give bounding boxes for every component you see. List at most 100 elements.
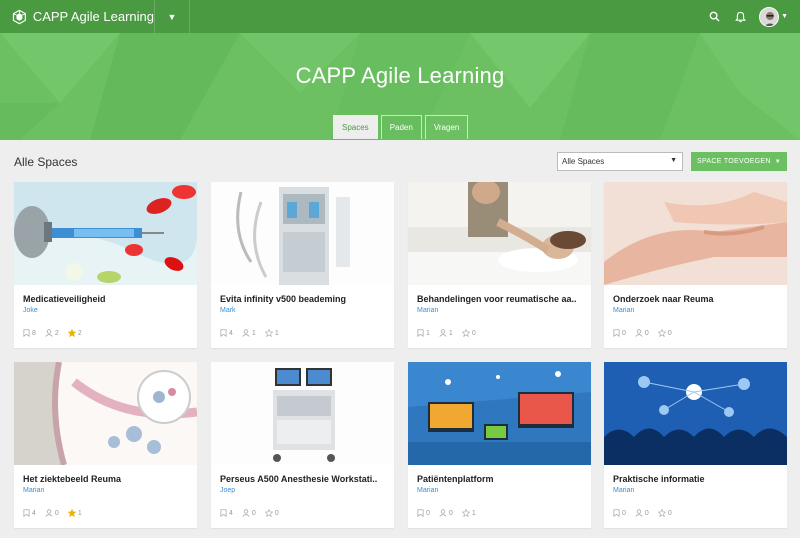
star-count-value: 1 bbox=[471, 509, 476, 517]
member-count-value: 0 bbox=[644, 509, 649, 517]
space-thumbnail[interactable] bbox=[211, 182, 394, 285]
thumbnail-image bbox=[408, 362, 591, 465]
notifications-button[interactable] bbox=[727, 0, 753, 33]
space-card[interactable]: Onderzoek naar Reuma Marian 0 0 0 bbox=[604, 182, 787, 348]
star-count[interactable]: 1 bbox=[461, 509, 476, 517]
space-stats: 4 0 1 bbox=[23, 509, 91, 517]
space-thumbnail[interactable] bbox=[604, 182, 787, 285]
tab-vragen[interactable]: Vragen bbox=[424, 115, 469, 139]
member-count: 1 bbox=[439, 329, 453, 337]
member-count: 0 bbox=[45, 509, 59, 517]
brand-link[interactable]: CAPP Agile Learning bbox=[0, 0, 154, 33]
space-title[interactable]: Praktische informatie bbox=[613, 474, 781, 484]
space-stats: 0 0 0 bbox=[613, 329, 681, 337]
space-stats: 8 2 2 bbox=[23, 329, 91, 337]
user-icon bbox=[635, 329, 643, 337]
star-count-value: 0 bbox=[667, 509, 672, 517]
space-author[interactable]: Marian bbox=[417, 487, 438, 494]
space-stats: 0 0 0 bbox=[613, 509, 681, 517]
space-card[interactable]: Medicatieveiligheid Joke 8 2 2 bbox=[14, 182, 197, 348]
space-card[interactable]: Praktische informatie Marian 0 0 0 bbox=[604, 362, 787, 528]
space-tabs: Spaces Paden Vragen bbox=[333, 115, 469, 139]
space-stats: 4 0 0 bbox=[220, 509, 288, 517]
member-count: 2 bbox=[45, 329, 59, 337]
member-count: 1 bbox=[242, 329, 256, 337]
tab-spaces[interactable]: Spaces bbox=[333, 115, 378, 139]
space-author[interactable]: Marian bbox=[23, 487, 44, 494]
avatar[interactable] bbox=[759, 6, 780, 27]
space-thumbnail[interactable] bbox=[408, 182, 591, 285]
space-thumbnail[interactable] bbox=[14, 182, 197, 285]
space-stats: 0 0 1 bbox=[417, 509, 485, 517]
space-thumbnail[interactable] bbox=[14, 362, 197, 465]
bookmark-icon bbox=[417, 329, 424, 337]
logo-icon bbox=[12, 9, 26, 24]
star-icon bbox=[461, 509, 470, 517]
add-space-button[interactable]: SPACE TOEVOEGEN ▼ bbox=[691, 152, 787, 171]
space-author[interactable]: Marian bbox=[613, 487, 634, 494]
space-title[interactable]: Perseus A500 Anesthesie Workstati.. bbox=[220, 474, 388, 484]
star-count[interactable]: 1 bbox=[67, 509, 82, 517]
member-count-value: 2 bbox=[54, 329, 59, 337]
bookmark-count: 4 bbox=[23, 509, 36, 517]
member-count: 0 bbox=[242, 509, 256, 517]
space-card[interactable]: Behandelingen voor reumatische aa.. Mari… bbox=[408, 182, 591, 348]
chevron-down-icon[interactable]: ▼ bbox=[781, 13, 788, 20]
bookmark-icon bbox=[220, 509, 227, 517]
space-thumbnail[interactable] bbox=[211, 362, 394, 465]
user-icon bbox=[439, 509, 447, 517]
star-count[interactable]: 0 bbox=[657, 329, 672, 337]
thumbnail-image bbox=[14, 362, 197, 465]
space-author[interactable]: Mark bbox=[220, 307, 236, 314]
space-thumbnail[interactable] bbox=[604, 362, 787, 465]
star-count-value: 1 bbox=[77, 509, 82, 517]
star-count-value: 0 bbox=[667, 329, 672, 337]
bookmark-icon bbox=[23, 509, 30, 517]
space-author[interactable]: Joke bbox=[23, 307, 38, 314]
bookmark-count-value: 0 bbox=[622, 329, 626, 337]
space-author[interactable]: Joep bbox=[220, 487, 235, 494]
star-count[interactable]: 0 bbox=[657, 509, 672, 517]
star-count-value: 0 bbox=[471, 329, 476, 337]
member-count-value: 1 bbox=[251, 329, 256, 337]
space-card[interactable]: Het ziektebeeld Reuma Marian 4 0 1 bbox=[14, 362, 197, 528]
space-title[interactable]: Evita infinity v500 beademing bbox=[220, 294, 388, 304]
member-count-value: 0 bbox=[644, 329, 649, 337]
star-count[interactable]: 1 bbox=[264, 329, 279, 337]
hero-title: CAPP Agile Learning bbox=[295, 63, 505, 88]
bookmark-count-value: 4 bbox=[229, 509, 233, 517]
user-icon bbox=[242, 509, 250, 517]
star-icon bbox=[461, 329, 470, 337]
top-navbar: CAPP Agile Learning ▼ ▼ bbox=[0, 0, 800, 33]
user-photo-icon bbox=[760, 7, 779, 26]
bookmark-icon bbox=[613, 509, 620, 517]
star-count[interactable]: 2 bbox=[67, 329, 82, 337]
bookmark-count-value: 1 bbox=[426, 329, 430, 337]
space-title[interactable]: Medicatieveiligheid bbox=[23, 294, 191, 304]
app-menu-toggle[interactable]: ▼ bbox=[154, 0, 190, 33]
member-count: 0 bbox=[635, 329, 649, 337]
space-card[interactable]: Patiëntenplatform Marian 0 0 1 bbox=[408, 362, 591, 528]
chevron-down-icon: ▼ bbox=[774, 158, 781, 165]
star-icon bbox=[67, 329, 76, 337]
space-stats: 4 1 1 bbox=[220, 329, 288, 337]
hero-banner: CAPP Agile Learning Spaces Paden Vragen bbox=[0, 33, 800, 140]
member-count-value: 0 bbox=[54, 509, 59, 517]
space-author[interactable]: Marian bbox=[417, 307, 438, 314]
space-title[interactable]: Onderzoek naar Reuma bbox=[613, 294, 781, 304]
star-count[interactable]: 0 bbox=[264, 509, 279, 517]
bookmark-count-value: 8 bbox=[32, 329, 36, 337]
space-title[interactable]: Het ziektebeeld Reuma bbox=[23, 474, 191, 484]
member-count: 0 bbox=[635, 509, 649, 517]
thumbnail-image bbox=[604, 362, 787, 465]
star-count[interactable]: 0 bbox=[461, 329, 476, 337]
space-filter-select[interactable]: Alle Spaces ▼ bbox=[557, 152, 683, 171]
space-author[interactable]: Marian bbox=[613, 307, 634, 314]
space-card[interactable]: Perseus A500 Anesthesie Workstati.. Joep… bbox=[211, 362, 394, 528]
tab-paden[interactable]: Paden bbox=[380, 115, 422, 139]
space-card[interactable]: Evita infinity v500 beademing Mark 4 1 1 bbox=[211, 182, 394, 348]
search-button[interactable] bbox=[701, 0, 727, 33]
space-thumbnail[interactable] bbox=[408, 362, 591, 465]
space-title[interactable]: Behandelingen voor reumatische aa.. bbox=[417, 294, 585, 304]
space-title[interactable]: Patiëntenplatform bbox=[417, 474, 585, 484]
